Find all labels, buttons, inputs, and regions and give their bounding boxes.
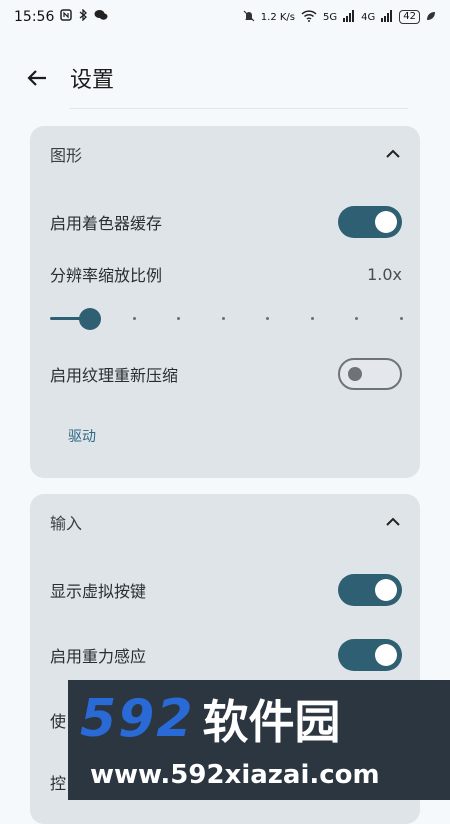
input-section-header[interactable]: 输入 [30,494,420,550]
watermark-url: www.592xiazai.com [90,760,380,790]
signal-4g-label: 4G [361,11,376,23]
back-button[interactable] [22,63,52,93]
battery-indicator: 42 [399,10,420,24]
slider-tick [266,317,270,320]
driver-button[interactable]: 驱动 [68,426,96,446]
shader-cache-label: 启用着色器缓存 [50,214,163,233]
arrow-left-icon [27,70,46,86]
wechat-icon [94,9,108,25]
slider-tick [177,317,181,320]
resolution-scale-label: 分辨率缩放比例 [50,266,163,285]
texture-recompress-toggle[interactable] [338,358,402,390]
slider-tick [221,317,225,320]
resolution-scale-value: 1.0x [367,264,402,284]
graphics-section-header[interactable]: 图形 [30,126,420,182]
gravity-sensor-toggle[interactable] [338,639,402,671]
slider-tick [310,317,314,320]
signal-5g-label: 5G [323,11,338,23]
gravity-sensor-label: 启用重力感应 [50,647,147,666]
watermark-logo-number: 592 [80,689,195,749]
partial-setting-label: 使 [50,712,67,731]
signal-bars-icon [343,9,355,25]
nfc-icon [60,9,73,25]
leaf-icon [426,11,436,24]
partial-setting-label: 控 [50,774,67,793]
page-title: 设置 [70,68,115,93]
signal-bars-icon [381,9,393,25]
wifi-icon [301,9,317,25]
status-time: 15:56 [14,9,55,25]
graphics-section-title: 图形 [50,146,83,165]
watermark-logo-text: 软件园 [202,695,341,749]
mute-icon [243,10,255,25]
shader-cache-toggle[interactable] [338,206,402,238]
status-bar: 15:56 1.2 K/s 5G 4G 42 [0,0,450,34]
chevron-up-icon [386,149,400,158]
chevron-up-icon [386,517,400,526]
watermark-banner: 592 软件园 www.592xiazai.com [68,680,450,800]
slider-tick [355,317,359,320]
texture-recompress-row: 启用纹理重新压缩 [50,354,402,394]
input-section-title: 输入 [50,514,83,533]
header-divider [70,108,408,109]
virtual-keys-row: 显示虚拟按键 [50,570,402,610]
texture-recompress-label: 启用纹理重新压缩 [50,366,179,385]
resolution-scale-slider[interactable] [50,306,403,330]
slider-thumb[interactable] [79,308,101,330]
network-speed: 1.2 K/s [260,11,296,23]
graphics-section: 图形 启用着色器缓存 分辨率缩放比例 1.0x 启用纹理重新压缩 驱动 [30,126,420,478]
gravity-sensor-row: 启用重力感应 [50,635,402,675]
virtual-keys-label: 显示虚拟按键 [50,582,147,601]
slider-tick [132,317,136,320]
bluetooth-icon [78,8,88,25]
app-header: 设置 [0,50,450,106]
shader-cache-row: 启用着色器缓存 [50,202,402,242]
virtual-keys-toggle[interactable] [338,574,402,606]
watermark-logo: 592 软件园 [80,686,341,752]
slider-tick [400,317,403,320]
resolution-scale-row: 分辨率缩放比例 1.0x [50,254,402,294]
